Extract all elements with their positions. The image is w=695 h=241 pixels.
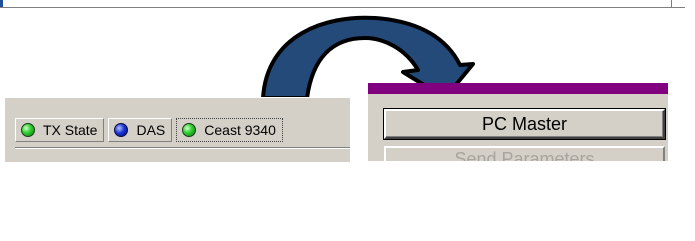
window-divider bbox=[671, 0, 672, 7]
tab-label: Ceast 9340 bbox=[204, 122, 276, 138]
pc-master-label: PC Master bbox=[481, 113, 568, 134]
tab-das[interactable]: DAS bbox=[108, 118, 173, 142]
tab-tx-state[interactable]: TX State bbox=[15, 118, 105, 142]
status-led-icon bbox=[114, 123, 129, 137]
window-edge bbox=[0, 0, 3, 7]
pc-master-panel: PC Master Send Parameters bbox=[368, 83, 668, 161]
tab-content-area bbox=[15, 147, 350, 162]
accent-bar bbox=[368, 83, 668, 94]
status-led-icon bbox=[182, 123, 197, 137]
status-panel: TX State DAS Ceast 9340 bbox=[5, 97, 350, 162]
status-led-icon bbox=[21, 123, 35, 137]
tab-label: DAS bbox=[136, 122, 166, 138]
tab-ceast-9340[interactable]: Ceast 9340 bbox=[176, 118, 283, 142]
pc-master-button[interactable]: PC Master bbox=[384, 109, 665, 139]
tab-label: TX State bbox=[43, 122, 98, 138]
send-parameters-label: Send Parameters bbox=[454, 149, 595, 161]
send-parameters-button[interactable]: Send Parameters bbox=[384, 146, 665, 161]
window-fragment bbox=[0, 0, 685, 8]
status-tab-bar: TX State DAS Ceast 9340 bbox=[15, 118, 287, 144]
